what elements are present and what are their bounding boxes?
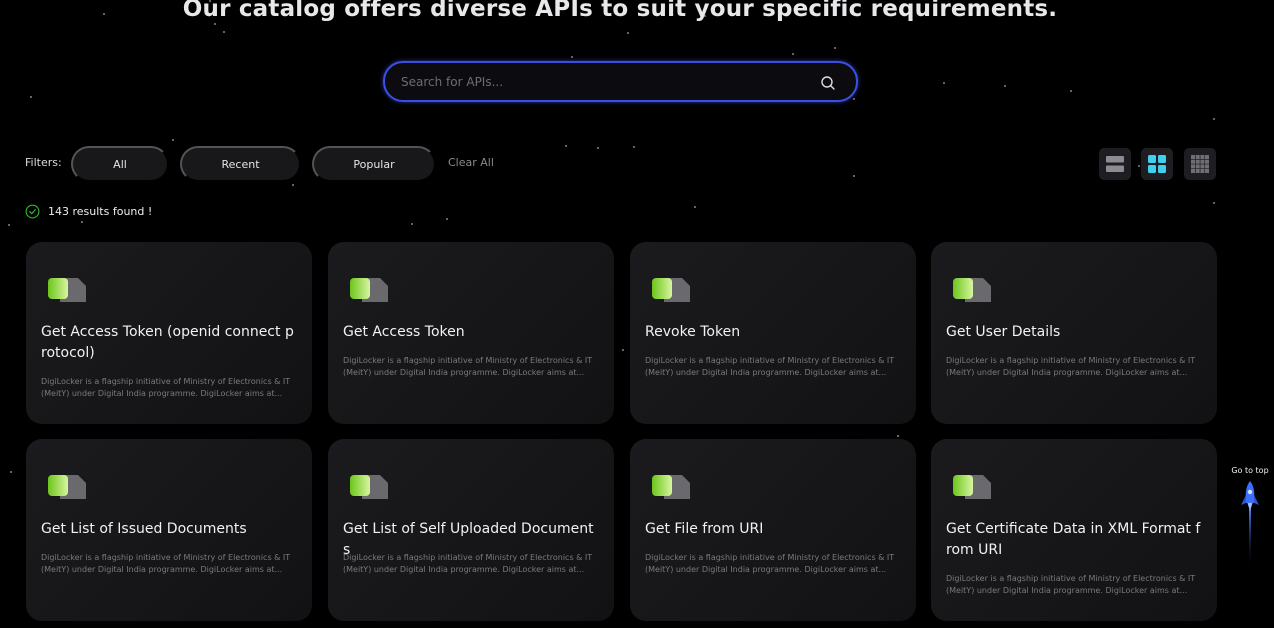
results-count: 143 results found ! xyxy=(25,204,152,219)
go-to-top-button[interactable]: Go to top xyxy=(1226,466,1274,571)
go-to-top-label: Go to top xyxy=(1231,466,1269,475)
star xyxy=(8,224,10,226)
api-card-icon xyxy=(350,278,388,302)
star xyxy=(694,206,696,208)
api-card-title: Get List of Issued Documents xyxy=(41,521,247,537)
api-card-title: Get Access Token xyxy=(343,324,465,340)
star xyxy=(897,435,899,437)
star xyxy=(81,221,83,223)
list-view-button[interactable] xyxy=(1099,148,1131,180)
api-card-description: DigiLocker is a flagship initiative of M… xyxy=(946,356,1196,377)
api-card[interactable]: Get Access Token DigiLocker is a flagshi… xyxy=(328,242,614,424)
check-circle-icon xyxy=(25,204,40,219)
star xyxy=(627,32,629,34)
filter-all-button[interactable]: All xyxy=(71,146,169,182)
api-card-icon xyxy=(48,475,86,499)
api-card-icon xyxy=(953,278,991,302)
star xyxy=(853,98,855,100)
filter-popular-button[interactable]: Popular xyxy=(312,146,436,182)
api-card-description: DigiLocker is a flagship initiative of M… xyxy=(343,356,593,377)
api-card-title: Get Access Token (openid connect protoco… xyxy=(41,324,294,361)
search-box[interactable] xyxy=(383,61,858,102)
star xyxy=(172,139,174,141)
api-card[interactable]: Get File from URI DigiLocker is a flagsh… xyxy=(630,439,916,621)
star xyxy=(853,175,855,177)
grid-dots-icon xyxy=(1191,155,1209,173)
api-card-icon xyxy=(350,475,388,499)
api-card[interactable]: Revoke Token DigiLocker is a flagship in… xyxy=(630,242,916,424)
api-card-icon xyxy=(652,278,690,302)
star xyxy=(214,23,216,25)
api-card-icon xyxy=(48,278,86,302)
clear-all-link[interactable]: Clear All xyxy=(448,156,494,169)
grid-2x2-icon xyxy=(1148,155,1166,173)
star xyxy=(10,471,12,473)
compact-grid-view-button[interactable] xyxy=(1184,148,1216,180)
star xyxy=(411,223,413,225)
star xyxy=(1213,202,1215,204)
api-card[interactable]: Get List of Issued Documents DigiLocker … xyxy=(26,439,312,621)
star xyxy=(1138,165,1140,167)
star xyxy=(30,96,32,98)
star xyxy=(792,53,794,55)
star xyxy=(223,31,225,33)
star xyxy=(565,145,567,147)
results-text: 143 results found ! xyxy=(48,205,153,218)
filter-recent-button[interactable]: Recent xyxy=(180,146,301,182)
star xyxy=(1004,85,1006,87)
rocket-icon xyxy=(1241,481,1259,571)
page-headline: Our catalog offers diverse APIs to suit … xyxy=(182,0,1058,22)
api-card[interactable]: Get Certificate Data in XML Format from … xyxy=(931,439,1217,621)
star xyxy=(1070,90,1072,92)
api-card-title: Revoke Token xyxy=(645,324,741,340)
api-card-title: Get User Details xyxy=(946,324,1061,340)
api-card-icon xyxy=(953,475,991,499)
api-card-description: DigiLocker is a flagship initiative of M… xyxy=(41,553,291,574)
grid-view-button[interactable] xyxy=(1141,148,1173,180)
star xyxy=(571,56,573,58)
star xyxy=(633,146,635,148)
api-card[interactable]: Get Access Token (openid connect protoco… xyxy=(26,242,312,424)
api-card-description: DigiLocker is a flagship initiative of M… xyxy=(946,574,1196,595)
search-input[interactable] xyxy=(401,73,801,91)
api-card-title: Get Certificate Data in XML Format from … xyxy=(946,521,1201,558)
api-card-icon xyxy=(652,475,690,499)
api-card-description: DigiLocker is a flagship initiative of M… xyxy=(343,553,593,574)
star xyxy=(446,218,448,220)
star xyxy=(292,184,294,186)
rows-icon xyxy=(1106,156,1124,172)
star xyxy=(622,349,624,351)
api-card-description: DigiLocker is a flagship initiative of M… xyxy=(41,377,291,398)
api-card-title: Get File from URI xyxy=(645,521,764,537)
api-card[interactable]: Get User Details DigiLocker is a flagshi… xyxy=(931,242,1217,424)
search-icon[interactable] xyxy=(820,75,836,91)
api-card-description: DigiLocker is a flagship initiative of M… xyxy=(645,553,895,574)
star xyxy=(943,82,945,84)
api-card[interactable]: Get List of Self Uploaded Documents Digi… xyxy=(328,439,614,621)
star xyxy=(597,147,599,149)
api-card-description: DigiLocker is a flagship initiative of M… xyxy=(645,356,895,377)
star xyxy=(1213,118,1215,120)
filters-label: Filters: xyxy=(25,156,62,169)
star xyxy=(834,47,836,49)
